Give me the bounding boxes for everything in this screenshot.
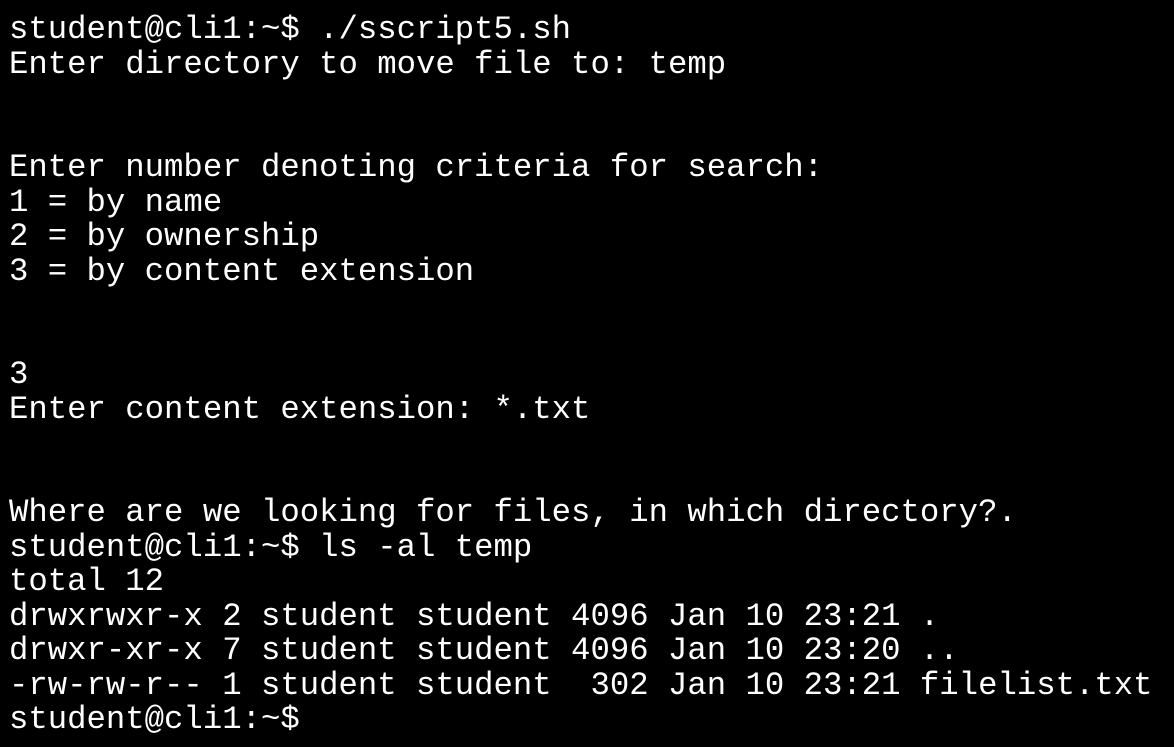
output-line: 1 = by name bbox=[9, 183, 223, 221]
command-line: student@cli1:~$ ./sscript5.sh bbox=[9, 11, 572, 48]
command-prompt[interactable]: student@cli1:~$ bbox=[9, 702, 1174, 738]
output-line: 3 = by content extension bbox=[9, 252, 475, 290]
output-line: Enter number denoting criteria for searc… bbox=[9, 149, 824, 186]
directory-listing-row: -rw-rw-r-- 1 student student 302 Jan 10 … bbox=[9, 666, 1153, 704]
output-line: total 12 bbox=[9, 563, 165, 600]
output-line: Enter content extension: *.txt bbox=[9, 390, 591, 428]
output-line: Enter directory to move file to: temp bbox=[9, 45, 727, 83]
input-line: 3 bbox=[9, 356, 29, 393]
output-line: 2 = by ownership bbox=[9, 218, 320, 255]
directory-listing-row: drwxr-xr-x 7 student student 4096 Jan 10… bbox=[9, 632, 959, 669]
directory-listing-row: drwxrwxr-x 2 student student 4096 Jan 10… bbox=[9, 597, 940, 635]
terminal-window[interactable]: student@cli1:~$ ./sscript5.sh Enter dire… bbox=[0, 0, 1174, 747]
output-line: Where are we looking for files, in which… bbox=[9, 494, 1017, 531]
command-line: student@cli1:~$ ls -al temp bbox=[9, 528, 533, 566]
